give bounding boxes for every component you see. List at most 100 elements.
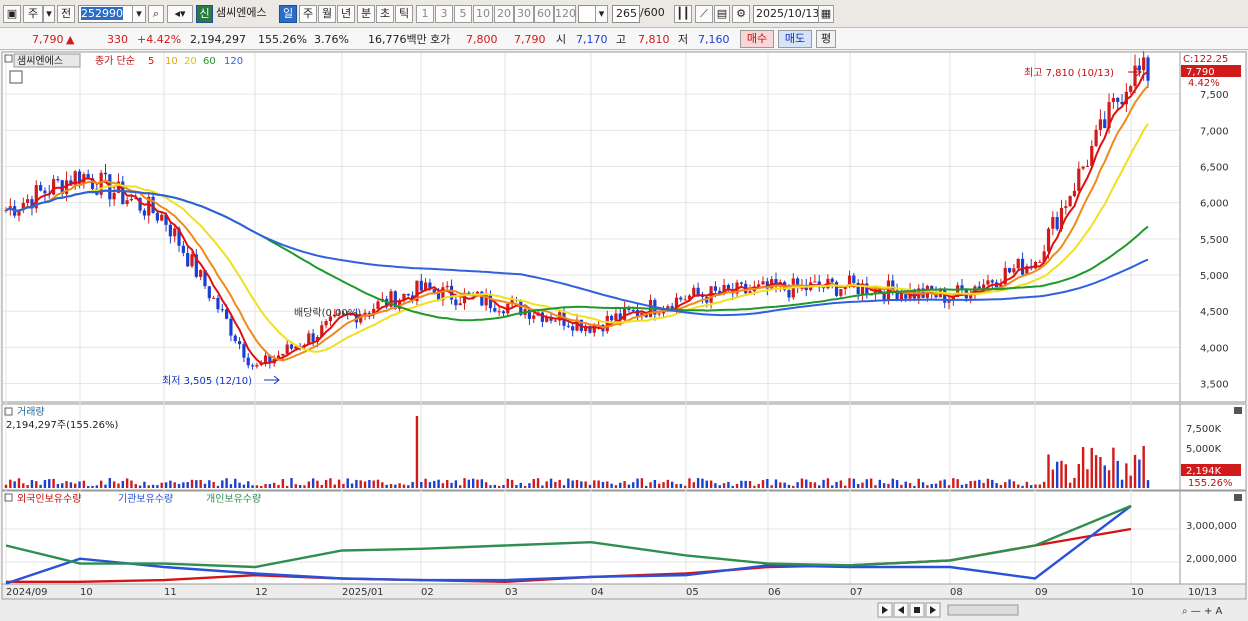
volume-bar: [1030, 485, 1033, 488]
volume-bar: [779, 482, 782, 488]
volume-bar: [826, 478, 830, 488]
candle-body: [220, 309, 224, 311]
volume-bar: [389, 484, 393, 488]
volume-bar: [506, 478, 509, 488]
volume-bar: [882, 483, 886, 488]
volume-bar: [134, 484, 137, 488]
holding-axis: [1179, 490, 1247, 585]
volume-bar: [796, 482, 799, 488]
volume-bar: [1120, 479, 1124, 488]
volume-bar: [324, 479, 328, 488]
candle-body: [813, 281, 817, 283]
volume-bar: [471, 478, 475, 488]
x-label: 11: [164, 587, 177, 598]
volume-bar: [17, 478, 21, 488]
volume-bar: [999, 484, 1003, 488]
volume-bar: [943, 479, 946, 488]
volume-bar: [986, 478, 990, 488]
x-label: 09: [1035, 587, 1048, 598]
volume-bar: [908, 483, 912, 488]
bottom-toolbar: [0, 600, 1248, 621]
volume-bar: [151, 484, 155, 488]
candle-body: [142, 210, 147, 216]
holding-tick-2m: 2,000,000: [1186, 554, 1237, 565]
volume-bar: [91, 485, 94, 488]
volume-bar: [463, 478, 466, 488]
candle-body: [1116, 97, 1120, 102]
candle-body: [761, 281, 765, 285]
volume-bar: [156, 485, 159, 488]
volume-bar: [117, 483, 120, 488]
volume-bar: [688, 478, 691, 488]
candle-body: [839, 289, 843, 296]
volume-close-icon[interactable]: [1234, 407, 1242, 414]
volume-bar: [921, 482, 925, 488]
price-tick: 5,000: [1200, 271, 1229, 282]
volume-pct-tag: 155.26%: [1188, 478, 1233, 489]
volume-bar: [476, 479, 479, 488]
volume-bar: [169, 480, 172, 488]
volume-bar: [787, 484, 791, 488]
volume-tick-5000k: 5,000K: [1186, 444, 1222, 455]
volume-bar: [991, 479, 994, 488]
volume-bar: [839, 480, 843, 488]
candle-body: [190, 254, 194, 267]
volume-bar: [696, 478, 700, 488]
volume-bar: [887, 483, 890, 488]
volume-bar: [61, 483, 64, 488]
candle-body: [757, 284, 761, 287]
volume-bar: [731, 485, 734, 488]
candle-body: [553, 320, 557, 322]
pct-tag: 4.42%: [1188, 78, 1220, 89]
volume-bar: [311, 478, 315, 488]
candle-body: [216, 297, 220, 310]
volume-bar: [843, 485, 847, 488]
volume-bar: [285, 485, 289, 488]
volume-bar: [450, 482, 453, 488]
volume-bar: [645, 485, 648, 488]
candle-body: [376, 301, 380, 309]
volume-bar: [800, 478, 804, 488]
volume-bar: [683, 485, 687, 488]
volume-bar: [467, 479, 471, 488]
ma20-label: 20: [184, 56, 197, 67]
foreign-label: 외국인보유수량: [17, 493, 81, 505]
volume-bar: [394, 484, 397, 488]
zoom-slider[interactable]: [947, 604, 1019, 616]
volume-bar: [212, 482, 215, 488]
volume-bar: [1047, 454, 1050, 488]
volume-bar: [619, 482, 622, 488]
candle-body: [129, 199, 134, 201]
volume-bar: [484, 482, 488, 488]
zoom-controls-icon[interactable]: ⌕ — + A: [1182, 606, 1223, 617]
candle-body: [488, 294, 493, 309]
volume-bar: [1116, 460, 1119, 488]
volume-bar: [125, 478, 129, 488]
volume-bar: [701, 478, 704, 488]
volume-bar: [960, 484, 964, 488]
ma5-label: 5: [148, 56, 154, 67]
volume-bar: [562, 485, 566, 488]
x-label: 07: [850, 587, 863, 598]
price-tick: 5,500: [1200, 235, 1229, 246]
volume-bar: [510, 479, 514, 488]
panel-stock-name: 샘씨엔에스: [17, 55, 63, 67]
volume-bar: [662, 482, 665, 488]
volume-bar: [238, 482, 241, 488]
volume-bar: [216, 485, 220, 488]
volume-bar: [480, 479, 484, 488]
volume-bar: [536, 478, 540, 488]
date-axis: [1, 583, 1247, 600]
volume-bar: [290, 478, 293, 488]
volume-bar: [497, 485, 501, 488]
candle-body: [1103, 119, 1107, 129]
volume-bar: [917, 478, 920, 488]
volume-bar: [65, 481, 68, 488]
volume-bar: [333, 484, 336, 488]
volume-bar: [571, 480, 574, 488]
holding-close-icon[interactable]: [1234, 494, 1242, 501]
volume-bar: [277, 484, 280, 488]
candle-body: [787, 290, 791, 298]
price-tick: 6,000: [1200, 199, 1229, 210]
volume-bar: [1012, 481, 1016, 488]
